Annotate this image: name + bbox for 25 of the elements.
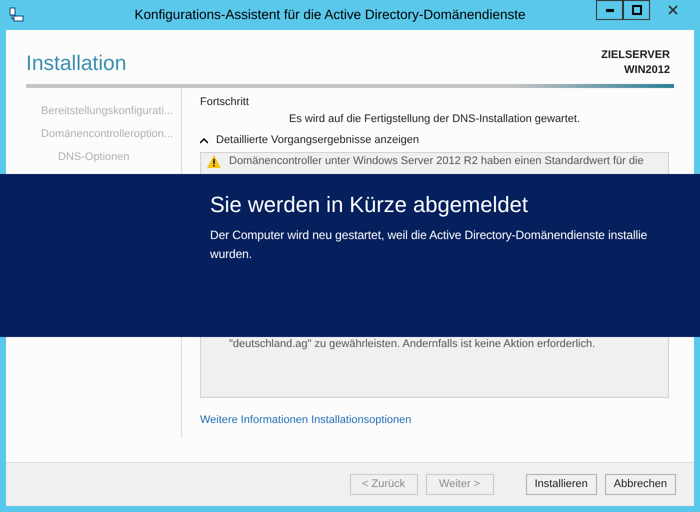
section-heading: Fortschritt <box>200 96 250 110</box>
notification-message: Der Computer wird neu gestartet, weil die Active Directory-Domänendienste installie <box>210 227 648 244</box>
page-title: Installation <box>26 51 126 77</box>
notification-message: wurden. <box>210 246 252 264</box>
minimize-icon <box>606 8 614 12</box>
window-title: Konfigurations-Assistent für die Active Directory-Domänendienste <box>134 6 526 24</box>
app-icon <box>8 7 24 23</box>
close-icon <box>668 5 678 15</box>
maximize-icon <box>632 5 642 15</box>
details-text: "deutschland.ag" zu gewährleisten. Andernfalls ist keine Aktion erforderlich. <box>229 338 596 351</box>
maximize-button[interactable] <box>623 0 650 20</box>
warning-icon <box>207 154 221 168</box>
details-text: Domänencontroller unter Windows Server 2012 R2 haben einen Standardwert für die <box>229 154 644 168</box>
details-toggle-link[interactable]: Detaillierte Vorgangsergebnisse anzeigen <box>216 134 420 148</box>
sidebar-item[interactable]: Domänencontrolleroption... <box>41 127 174 142</box>
server-label: ZIELSERVER <box>601 48 670 63</box>
wizard-button[interactable]: Installieren <box>526 474 597 495</box>
status-text: Es wird auf die Fertigstellung der DNS-Installation gewartet. <box>288 113 580 126</box>
minimize-button[interactable] <box>596 0 623 20</box>
notification-title: Sie werden in Kürze abgemeldet <box>210 192 528 218</box>
wizard-button[interactable]: Abbrechen <box>604 474 676 495</box>
server-name: WIN2012 <box>623 63 670 78</box>
info-link[interactable]: Weitere Informationen Installationsoptionen <box>200 414 412 426</box>
sidebar-item[interactable]: Bereitstellungskonfigurati... <box>41 104 174 118</box>
sidebar-item[interactable]: DNS-Optionen <box>58 150 130 164</box>
